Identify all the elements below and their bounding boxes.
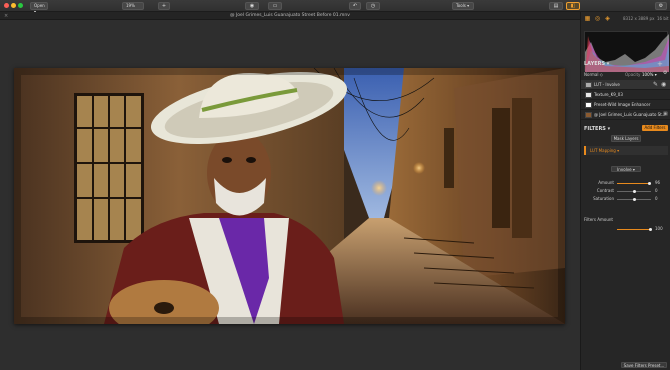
blend-mode-select[interactable]: Normal ◇: [584, 72, 603, 77]
layer-name: LUT - Involve: [594, 82, 620, 87]
zoom-in-button[interactable]: +: [158, 2, 170, 10]
layers-panel-toggle-icon[interactable]: ◧: [566, 2, 580, 10]
document-title[interactable]: @ Joel Grimes_Luis Guanajuato Street Bef…: [0, 12, 580, 20]
amount-value[interactable]: 96: [655, 180, 660, 185]
filters-amount-slider-fill: [617, 229, 651, 230]
layer-settings-gear-icon[interactable]: ⚙: [663, 70, 667, 76]
amount-slider-knob[interactable]: [648, 182, 651, 185]
bit-depth: 16 bit: [657, 16, 669, 21]
undo-icon[interactable]: ↶: [349, 2, 361, 10]
saturation-slider-knob[interactable]: [633, 198, 636, 201]
eye-icon[interactable]: ◉: [245, 2, 259, 10]
filter-title: LUT Mapping ▾: [590, 148, 620, 153]
panels-icon[interactable]: ▤: [549, 2, 563, 10]
layer-row-lut[interactable]: LUT - Involve ✎ ◉: [581, 80, 670, 90]
layer-row-preset[interactable]: Preset-Wild Image Enhancer: [581, 100, 670, 110]
histogram-icon[interactable]: ▦: [584, 15, 591, 22]
lock-icon: ▣: [663, 111, 668, 117]
opacity-label: Opacity: [625, 72, 641, 77]
minimize-window-button[interactable]: [11, 3, 16, 8]
compare-icon[interactable]: ▭: [268, 2, 282, 10]
filters-amount-value[interactable]: 100: [655, 226, 663, 231]
maximize-window-button[interactable]: [18, 3, 23, 8]
document-tab-bar: × @ Joel Grimes_Luis Guanajuato Street B…: [0, 12, 580, 20]
settings-gear-icon[interactable]: ⚙: [655, 2, 667, 10]
photo-canvas-image[interactable]: [14, 68, 565, 324]
filters-section-title[interactable]: FILTERS ▾: [584, 126, 610, 132]
visibility-eye-icon[interactable]: ◉: [661, 81, 666, 88]
filters-amount-slider-knob[interactable]: [649, 228, 652, 231]
contrast-label: Contrast: [596, 188, 614, 193]
add-layer-button[interactable]: +: [657, 60, 663, 68]
opacity-value[interactable]: 100% ▾: [642, 72, 657, 77]
top-toolbar: Open ▾ 19% + ◉ ▭ ↶ ◷ Tools ▾ ▤ ◧ ⚙: [0, 0, 670, 14]
saturation-value[interactable]: 0: [655, 196, 658, 201]
save-filters-preset-button[interactable]: Save Filters Preset...: [621, 362, 667, 368]
add-filters-button[interactable]: Add Filters: [642, 125, 668, 131]
layer-thumbnail: [585, 112, 592, 118]
history-icon[interactable]: ◷: [366, 2, 380, 10]
mask-layers-button[interactable]: Mask Layers: [611, 135, 641, 142]
contrast-slider-knob[interactable]: [633, 190, 636, 193]
layer-name: Preset-Wild Image Enhancer: [594, 102, 651, 107]
canvas-area[interactable]: [0, 20, 580, 370]
brush-icon[interactable]: ✎: [653, 81, 658, 88]
layer-name: @ Joel Grimes_Luis Guanajuato St...: [594, 112, 666, 117]
close-window-button[interactable]: [4, 3, 9, 8]
filters-amount-label: Filters Amount: [584, 217, 613, 222]
saturation-label: Saturation: [593, 196, 614, 201]
metadata-icon[interactable]: ◈: [604, 15, 611, 22]
tools-dropdown[interactable]: Tools ▾: [452, 2, 474, 10]
panel-header: ▦ ◎ ◈ 8312 x 3889 px 16 bit: [581, 12, 670, 26]
image-dimensions: 8312 x 3889 px: [623, 16, 655, 21]
open-button[interactable]: Open ▾: [30, 2, 48, 14]
layer-row-photo[interactable]: @ Joel Grimes_Luis Guanajuato St... ▣: [581, 110, 670, 120]
lut-mapping-filter-header[interactable]: LUT Mapping ▾: [584, 146, 668, 155]
layer-thumbnail: [585, 92, 592, 98]
layers-section-title[interactable]: LAYERS ▾: [584, 61, 609, 67]
layer-thumbnail: [585, 82, 592, 88]
layer-name: Texture_K9_03: [594, 92, 623, 97]
zoom-dropdown[interactable]: 19%: [122, 2, 144, 10]
info-icon[interactable]: ◎: [594, 15, 601, 22]
layer-thumbnail: [585, 102, 592, 108]
amount-label: Amount: [598, 180, 614, 185]
amount-slider-fill: [617, 183, 649, 184]
contrast-value[interactable]: 0: [655, 188, 658, 193]
layer-row-texture[interactable]: Texture_K9_03: [581, 90, 670, 100]
lut-select[interactable]: Involve ▾: [611, 166, 641, 172]
right-panel: ▦ ◎ ◈ 8312 x 3889 px 16 bit LAYERS ▾ + N…: [580, 12, 670, 370]
